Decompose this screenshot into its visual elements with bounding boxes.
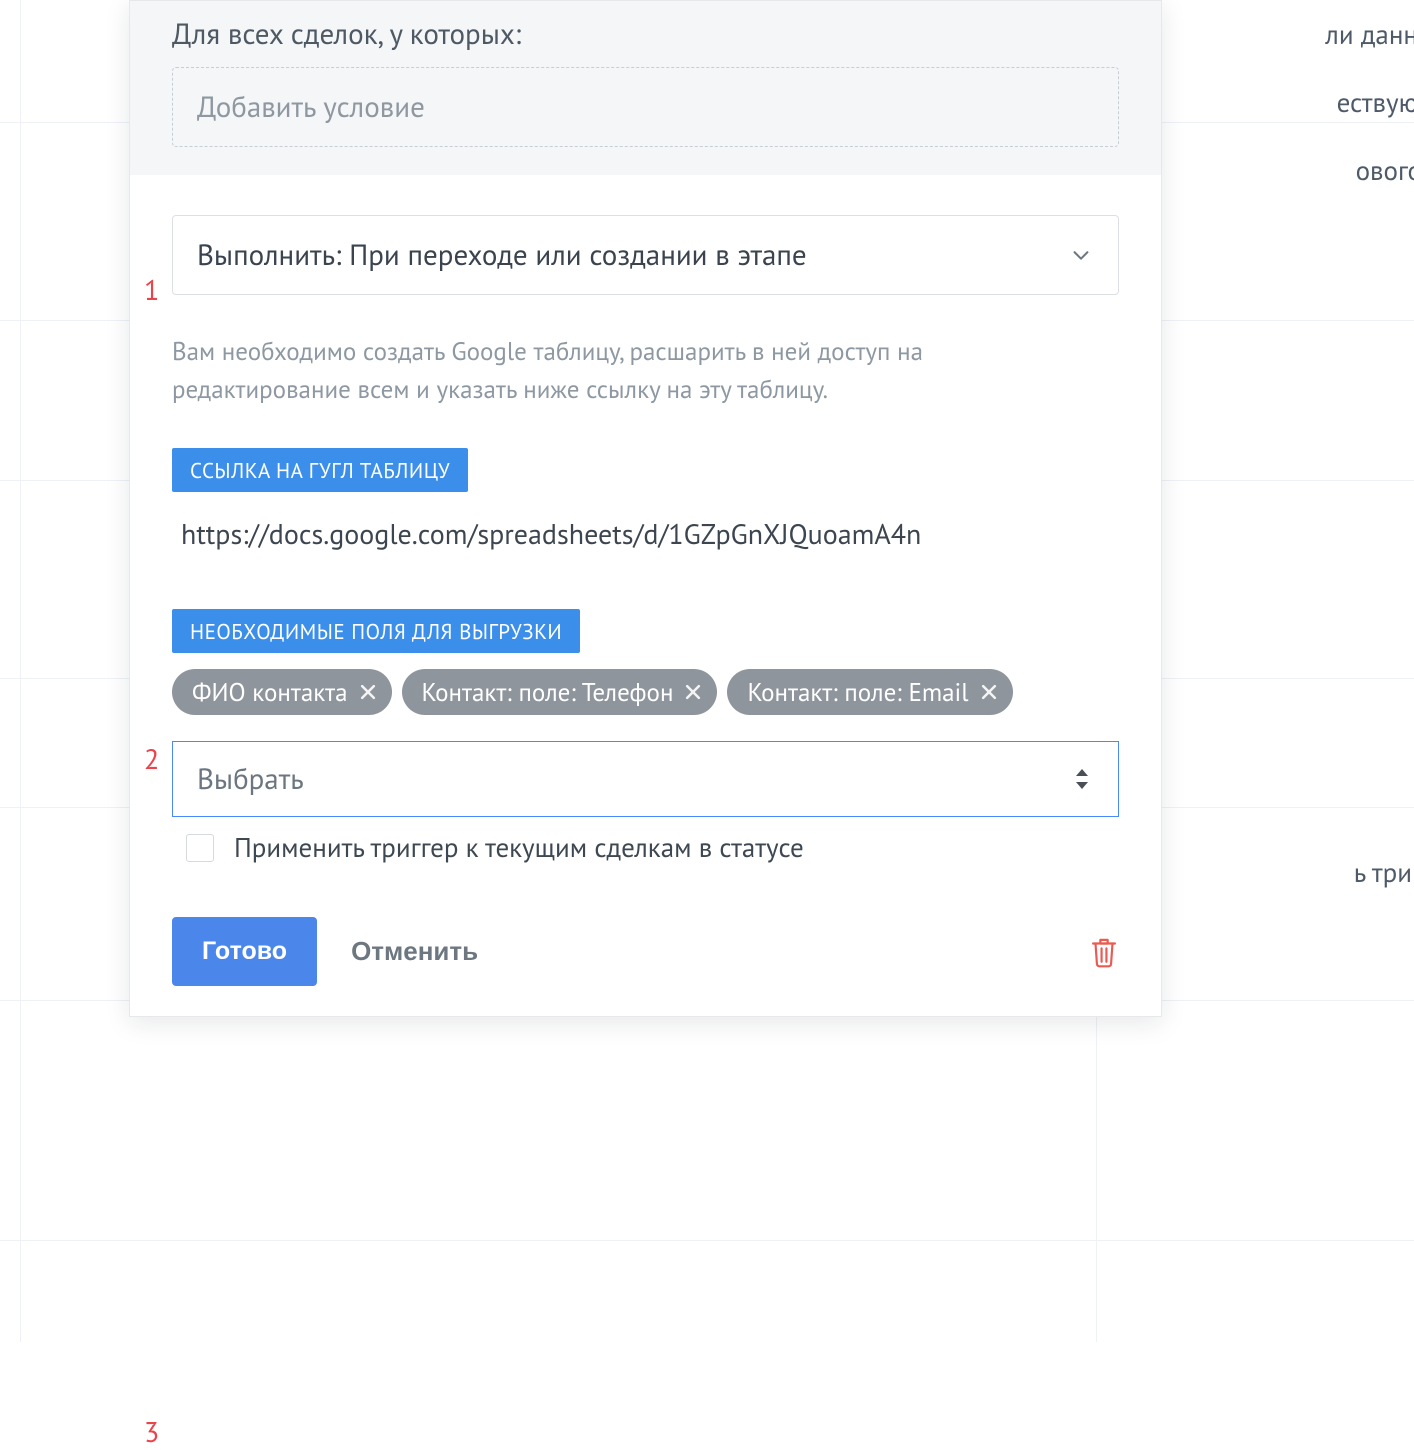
apply-trigger-checkbox[interactable]: [186, 834, 214, 862]
help-text: Вам необходимо создать Google таблицу, р…: [172, 333, 1072, 408]
field-tag: Контакт: поле: Email: [727, 669, 1012, 715]
sheet-link-input[interactable]: https://docs.google.com/spreadsheets/d/1…: [172, 498, 1119, 569]
remove-tag-icon[interactable]: [683, 682, 703, 702]
trigger-settings-modal: Для всех сделок, у которых: Добавить усл…: [129, 0, 1162, 1017]
add-field-placeholder: Выбрать: [197, 760, 304, 798]
export-fields-tags: ФИО контакта Контакт: поле: Телефон Конт…: [172, 669, 1119, 715]
sheet-link-label: ССЫЛКА НА ГУГЛ ТАБЛИЦУ: [172, 448, 468, 492]
annotation-3: 3: [144, 1413, 159, 1450]
remove-tag-icon[interactable]: [979, 682, 999, 702]
apply-trigger-row: Применить триггер к текущим сделкам в ст…: [172, 831, 1119, 865]
apply-trigger-label: Применить триггер к текущим сделкам в ст…: [234, 831, 804, 865]
annotation-2: 2: [144, 740, 159, 777]
done-button[interactable]: Готово: [172, 917, 317, 986]
bg-text-fragment: ь триг: [1354, 856, 1414, 890]
cancel-button[interactable]: Отменить: [351, 936, 478, 967]
bg-text-fragment: ового: [1356, 154, 1414, 188]
field-tag-label: Контакт: поле: Email: [747, 676, 968, 708]
annotation-1: 1: [144, 271, 159, 308]
export-fields-label: НЕОБХОДИМЫЕ ПОЛЯ ДЛЯ ВЫГРУЗКИ: [172, 609, 580, 653]
field-tag: ФИО контакта: [172, 669, 392, 715]
modal-footer: Готово Отменить: [172, 917, 1119, 986]
modal-body: 1 Выполнить: При переходе или создании в…: [130, 175, 1161, 1016]
add-field-select[interactable]: Выбрать: [172, 741, 1119, 817]
field-tag: Контакт: поле: Телефон: [402, 669, 718, 715]
delete-trigger-icon[interactable]: [1089, 935, 1119, 969]
chevron-down-icon: [1070, 244, 1092, 266]
condition-title: Для всех сделок, у которых:: [172, 15, 1119, 53]
add-condition-button[interactable]: Добавить условие: [172, 67, 1119, 147]
sort-arrows-icon: [1074, 767, 1090, 791]
field-tag-label: Контакт: поле: Телефон: [422, 676, 674, 708]
trigger-when-label: Выполнить: При переходе или создании в э…: [197, 236, 807, 274]
field-tag-label: ФИО контакта: [192, 676, 348, 708]
remove-tag-icon[interactable]: [358, 682, 378, 702]
bg-text-fragment: ли данн: [1325, 18, 1414, 52]
bg-text-fragment: ествую: [1337, 86, 1414, 120]
condition-block: Для всех сделок, у которых: Добавить усл…: [130, 1, 1161, 175]
trigger-when-select[interactable]: Выполнить: При переходе или создании в э…: [172, 215, 1119, 295]
